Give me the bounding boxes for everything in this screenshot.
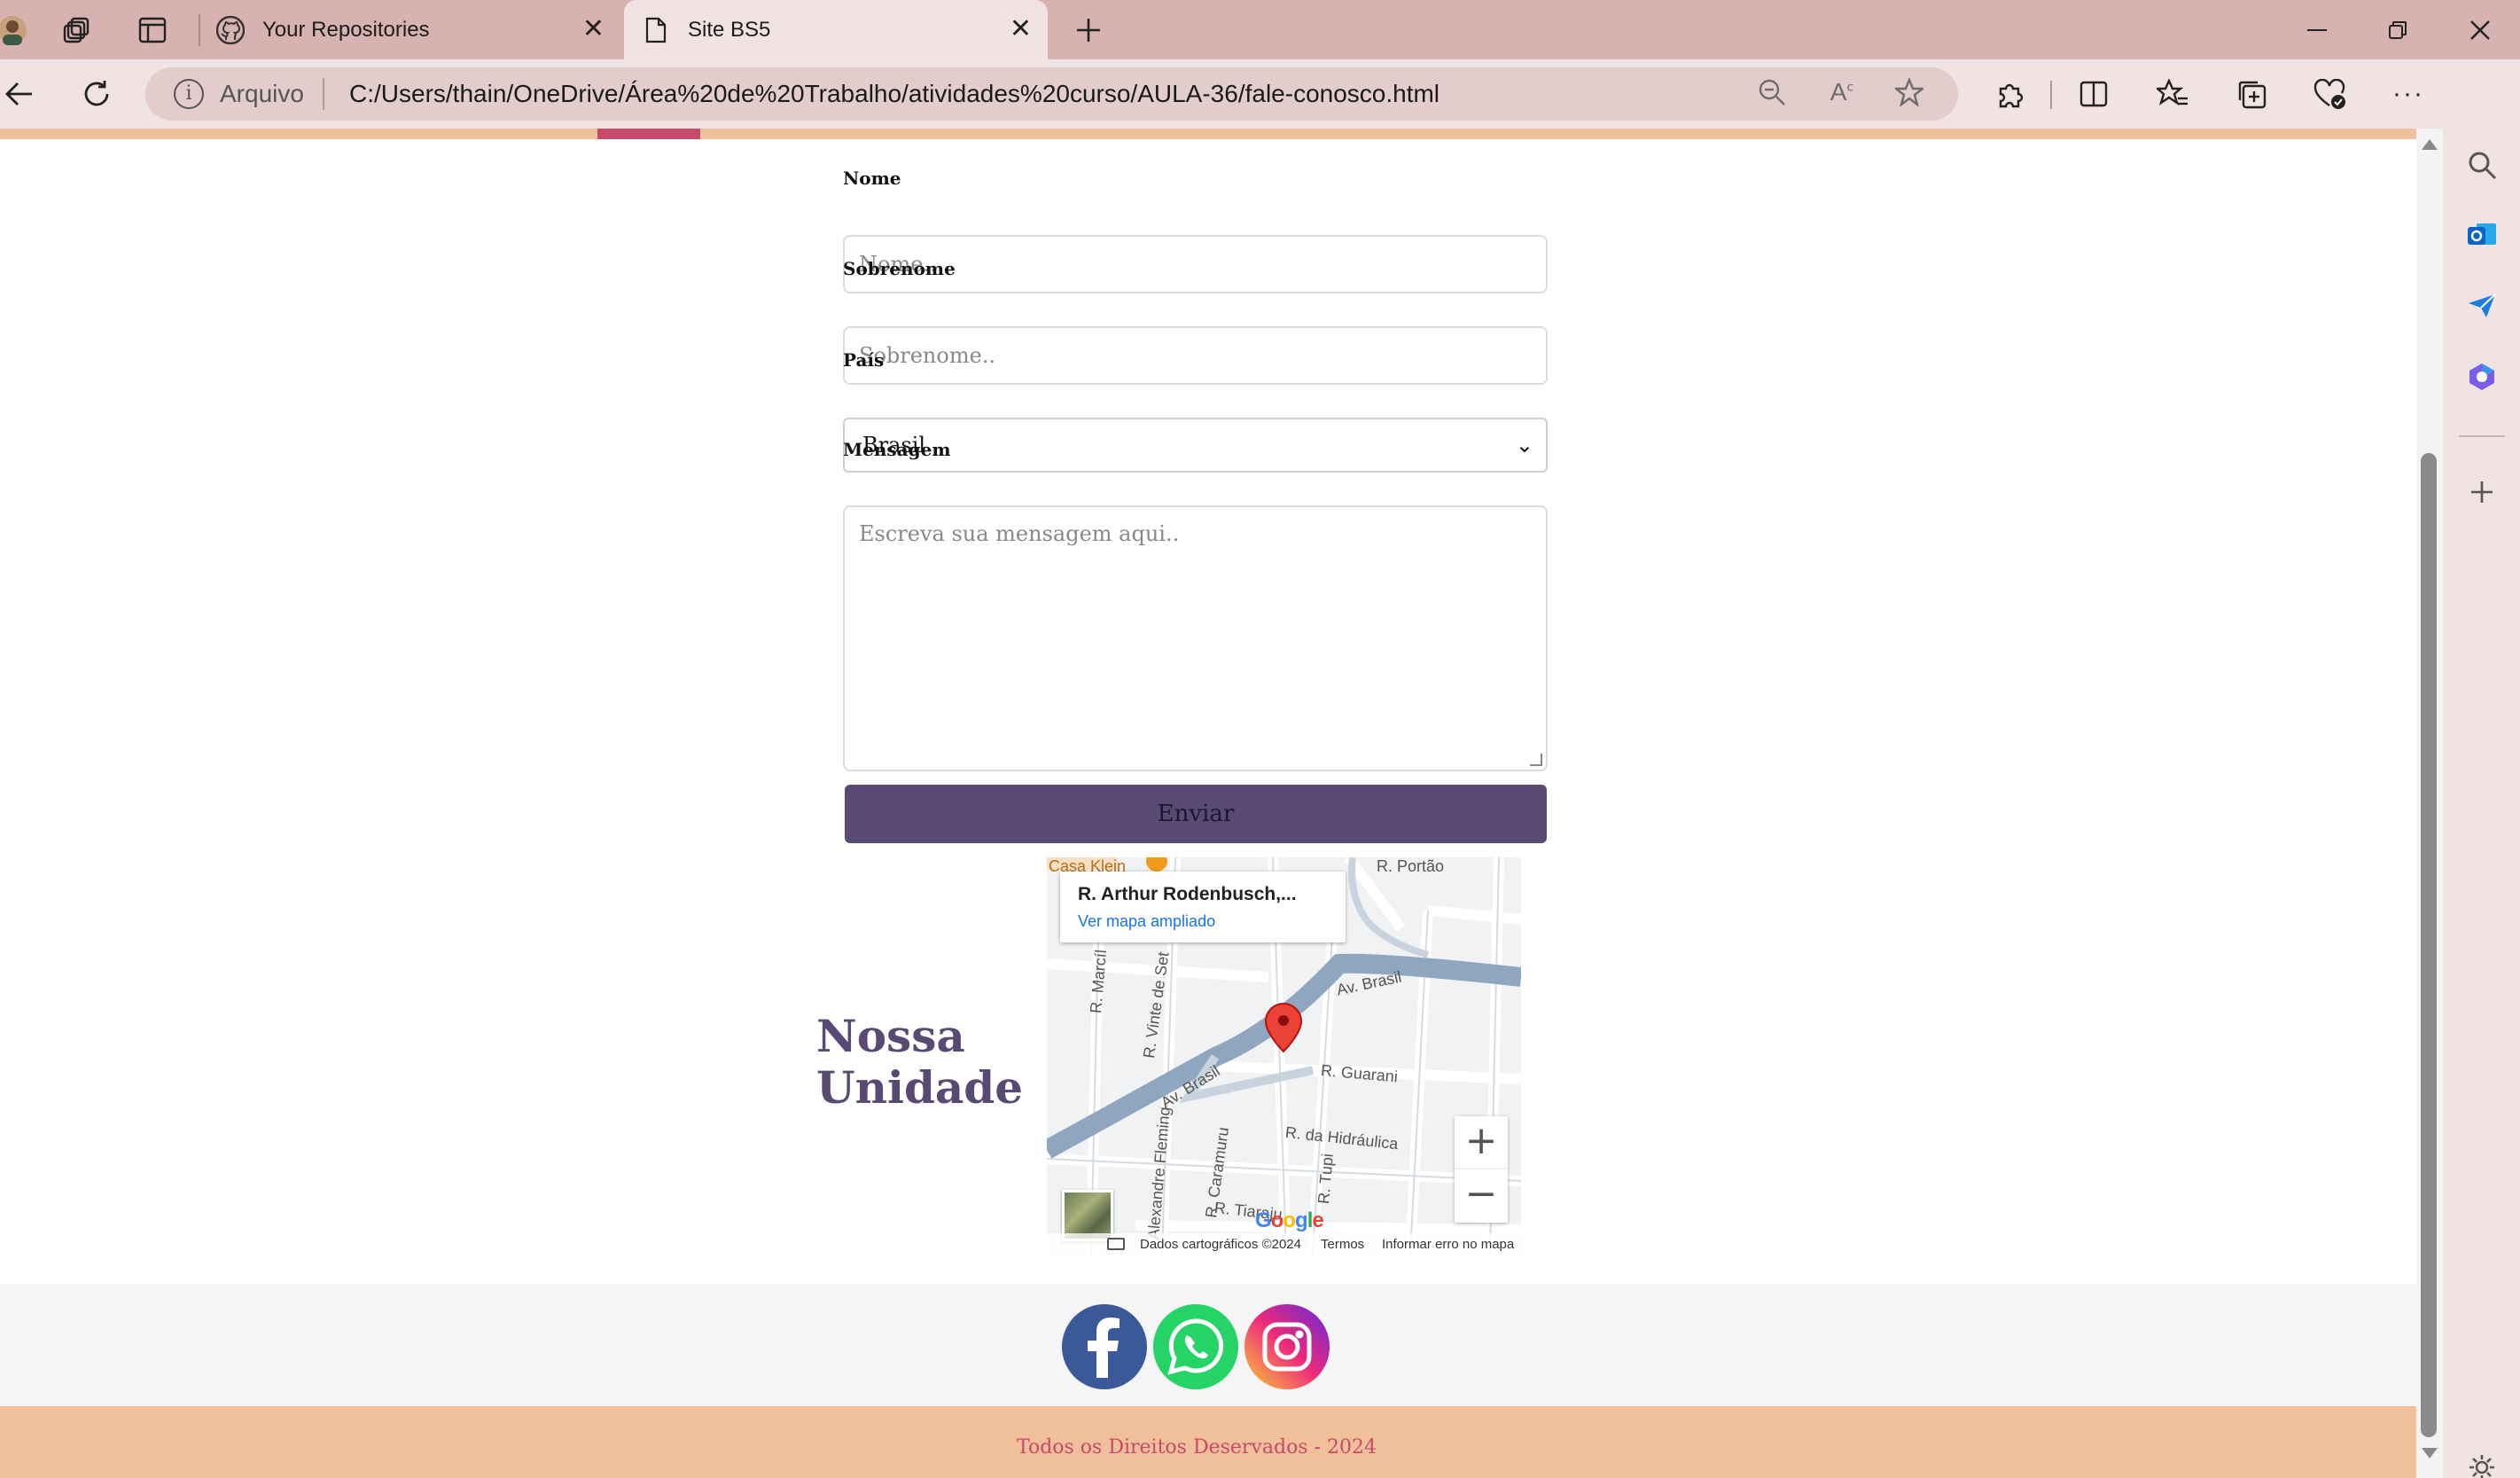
scroll-up-arrow-icon[interactable]: [2422, 139, 2438, 150]
sidebar-search-icon[interactable]: [2462, 145, 2501, 184]
sidebar-settings-icon[interactable]: [2462, 1448, 2501, 1478]
browser-window: Your Repositories ✕ Site BS5 ✕ i Arquivo…: [0, 0, 2520, 1478]
favorite-star-icon[interactable]: [1892, 76, 1927, 110]
zoom-out-icon[interactable]: [1754, 78, 1790, 110]
sidebar-divider: [2459, 435, 2505, 437]
tab-your-repositories[interactable]: Your Repositories ✕: [216, 0, 620, 59]
instagram-icon[interactable]: [1244, 1304, 1330, 1389]
new-tab-icon[interactable]: [1067, 11, 1110, 50]
restore-icon[interactable]: [2371, 11, 2424, 50]
edge-sidebar: [2443, 59, 2520, 1478]
tab-site-bs5[interactable]: Site BS5 ✕: [624, 0, 1048, 59]
map-report-link[interactable]: Informar erro no mapa: [1382, 1237, 1514, 1252]
workspaces-icon[interactable]: [57, 11, 99, 50]
mensagem-textarea[interactable]: Escreva sua mensagem aqui..: [843, 505, 1548, 771]
mensagem-placeholder: Escreva sua mensagem aqui..: [859, 521, 1180, 546]
active-nav-indicator: [597, 129, 700, 139]
vertical-scrollbar[interactable]: [2416, 129, 2443, 1478]
close-window-icon[interactable]: [2454, 11, 2507, 50]
toolbar-separator: [2050, 81, 2052, 109]
google-logo: Google: [1255, 1208, 1324, 1232]
office-icon[interactable]: [2462, 357, 2501, 396]
favorites-icon[interactable]: [2150, 72, 2195, 116]
github-icon: [216, 15, 245, 44]
read-aloud-icon[interactable]: Aⅽ: [1824, 78, 1860, 110]
address-scheme: Arquivo: [220, 80, 304, 107]
map-embed[interactable]: Casa Klein R. Portão Av. Brasil Av. Bras…: [1047, 857, 1521, 1255]
outlook-icon[interactable]: [2462, 215, 2501, 254]
sidebar-add-icon[interactable]: [2462, 473, 2501, 512]
close-tab-icon[interactable]: ✕: [582, 16, 605, 43]
sobrenome-label: Sobrenome: [843, 258, 956, 279]
info-icon[interactable]: i: [174, 79, 204, 109]
map-info-card: R. Arthur Rodenbusch,... Ver mapa amplia…: [1060, 872, 1346, 942]
submit-button[interactable]: Enviar: [845, 785, 1547, 843]
map-view-larger-link[interactable]: Ver mapa ampliado: [1078, 912, 1215, 931]
keyboard-shortcuts-icon[interactable]: [1107, 1238, 1125, 1250]
address-url[interactable]: C:/Users/thain/OneDrive/Área%20de%20Trab…: [349, 80, 1439, 108]
resize-handle[interactable]: [1530, 754, 1542, 766]
unit-heading-line2: Unidade: [816, 1061, 1024, 1114]
browser-essentials-icon[interactable]: [2308, 72, 2352, 116]
map-zoom-out-button[interactable]: −: [1455, 1169, 1508, 1223]
map-zoom-in-button[interactable]: +: [1455, 1116, 1508, 1169]
split-screen-icon[interactable]: [2071, 72, 2116, 116]
sobrenome-input[interactable]: Sobrenome..: [843, 326, 1548, 385]
address-separator: [323, 78, 324, 110]
map-terms-link[interactable]: Termos: [1321, 1237, 1364, 1252]
footer-copyright: Todos os Direitos Deservados - 2024: [1016, 1436, 1377, 1458]
whatsapp-icon[interactable]: [1153, 1304, 1238, 1389]
profile-avatar[interactable]: [0, 11, 34, 50]
navbar-bottom-strip: [0, 129, 2416, 139]
footer: Todos os Direitos Deservados - 2024: [0, 1406, 2416, 1478]
scrollbar-thumb[interactable]: [2421, 453, 2437, 1437]
send-icon[interactable]: [2462, 286, 2501, 325]
nome-label: Nome: [843, 168, 901, 189]
chevron-down-icon: ⌄: [1515, 433, 1533, 457]
map-place-name: R. Arthur Rodenbusch,...: [1078, 884, 1297, 904]
map-data-credit: Dados cartográficos ©2024: [1140, 1237, 1301, 1252]
back-arrow-icon[interactable]: [0, 72, 41, 116]
page-viewport: Nome Nome.. Sobrenome Sobrenome.. País B…: [0, 129, 2416, 1478]
facebook-icon[interactable]: [1062, 1304, 1147, 1389]
navigation-toolbar: i Arquivo C:/Users/thain/OneDrive/Área%2…: [0, 59, 2520, 129]
tab-title: Site BS5: [688, 17, 771, 42]
refresh-icon[interactable]: [74, 72, 119, 116]
tab-bar: Your Repositories ✕ Site BS5 ✕: [0, 0, 2520, 59]
unit-heading: Nossa Unidade: [816, 1011, 1082, 1114]
page-icon: [642, 16, 670, 44]
mensagem-label: Mensagem: [843, 439, 951, 460]
tab-separator: [199, 14, 200, 46]
map-attribution-bar: Dados cartográficos ©2024 Termos Informa…: [1047, 1233, 1521, 1255]
more-menu-icon[interactable]: ···: [2386, 72, 2430, 116]
minimize-icon[interactable]: [2290, 11, 2344, 50]
pais-label: País: [843, 349, 885, 371]
close-tab-icon[interactable]: ✕: [1010, 16, 1032, 43]
extensions-icon[interactable]: [1987, 72, 2032, 116]
collections-icon[interactable]: [2229, 72, 2274, 116]
address-bar[interactable]: i Arquivo C:/Users/thain/OneDrive/Área%2…: [145, 67, 1958, 121]
unit-heading-line1: Nossa: [816, 1010, 965, 1062]
scroll-down-arrow-icon[interactable]: [2422, 1448, 2438, 1458]
map-label-r-portao: R. Portão: [1377, 857, 1445, 875]
tab-title: Your Repositories: [262, 17, 430, 42]
tab-actions-icon[interactable]: [131, 11, 174, 50]
